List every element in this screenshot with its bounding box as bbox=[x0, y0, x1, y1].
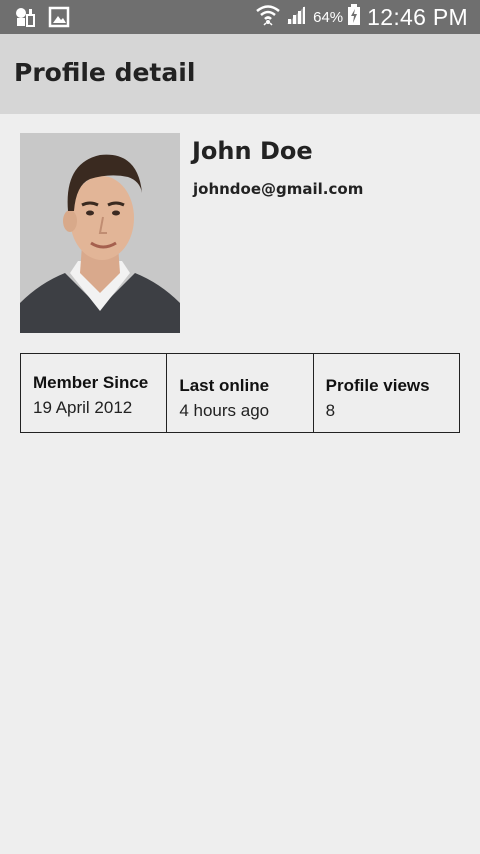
status-left-icons bbox=[14, 6, 70, 33]
profile-name: John Doe bbox=[192, 137, 313, 165]
status-bar: 64% 12:46 PM bbox=[0, 0, 480, 34]
status-time: 12:46 PM bbox=[367, 3, 468, 30]
stat-value: 19 April 2012 bbox=[33, 398, 133, 417]
avatar bbox=[20, 133, 180, 333]
signal-icon bbox=[285, 4, 307, 31]
app-bar: Profile detail bbox=[0, 34, 480, 114]
battery-percent: 64% bbox=[313, 8, 344, 26]
battery-icon bbox=[347, 3, 361, 31]
page-title: Profile detail bbox=[14, 58, 196, 87]
gallery-icon bbox=[48, 6, 70, 33]
status-right-icons: 64% 12:46 PM bbox=[255, 3, 468, 31]
stat-value: 4 hours ago bbox=[179, 401, 270, 420]
stat-last-online: Last online 4 hours ago bbox=[167, 354, 314, 432]
stat-label: Last online bbox=[179, 376, 270, 395]
stat-value: 8 bbox=[325, 401, 336, 420]
stat-label: Member Since bbox=[33, 373, 149, 392]
notification-icon bbox=[14, 6, 36, 33]
stat-profile-views: Profile views 8 bbox=[314, 354, 459, 432]
stat-member-since: Member Since 19 April 2012 bbox=[21, 354, 168, 432]
stat-label: Profile views bbox=[325, 376, 430, 395]
wifi-icon bbox=[255, 3, 281, 32]
profile-stats-table: Member Since 19 April 2012 Last online 4… bbox=[20, 353, 460, 433]
profile-email: johndoe@gmail.com bbox=[193, 180, 364, 198]
